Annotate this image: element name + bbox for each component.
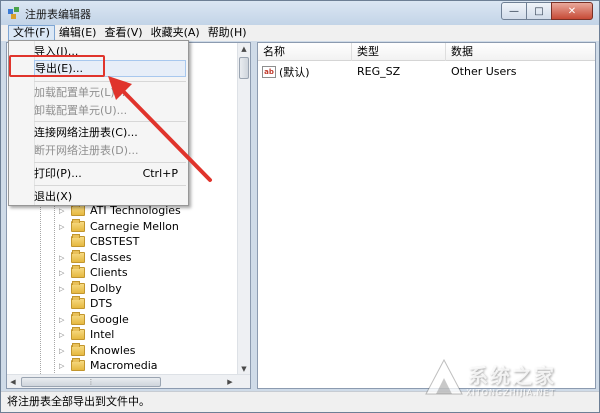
watermark-subtext: XITONGZHIJIA.NET xyxy=(466,388,556,397)
watermark-text: 系统之家 xyxy=(468,364,556,388)
